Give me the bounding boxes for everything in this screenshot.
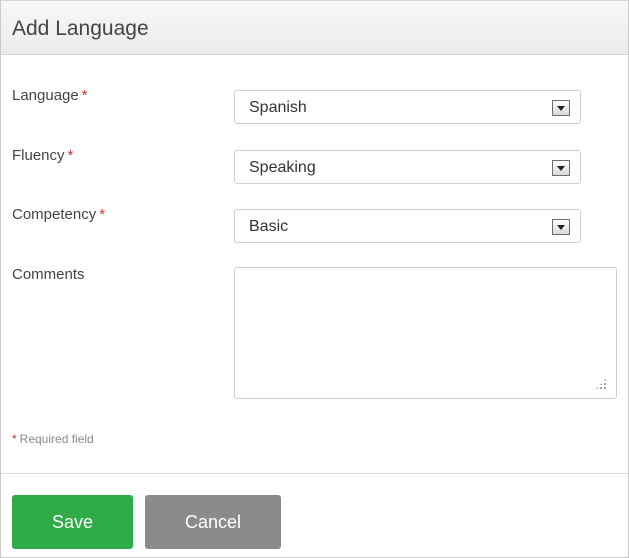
fluency-label: Fluency * xyxy=(12,147,73,165)
competency-label-text: Competency xyxy=(12,206,97,223)
comments-label: Comments xyxy=(12,266,85,284)
language-select-value: Spanish xyxy=(249,99,307,116)
required-star: * xyxy=(81,87,88,104)
add-language-dialog: Add Language Language * Spanish Fluency * … xyxy=(0,0,629,558)
fluency-label-text: Fluency xyxy=(12,147,65,164)
required-star: * xyxy=(99,206,106,223)
chevron-down-icon[interactable] xyxy=(552,219,570,235)
competency-select-value: Basic xyxy=(249,218,289,235)
competency-select[interactable]: Basic xyxy=(234,209,581,243)
resize-grip-icon[interactable] xyxy=(595,378,607,390)
comments-textarea[interactable] xyxy=(234,267,617,399)
dialog-title: Add Language xyxy=(12,17,149,40)
cancel-button[interactable]: Cancel xyxy=(145,495,281,549)
comments-label-text: Comments xyxy=(12,266,85,283)
fluency-select[interactable]: Speaking xyxy=(234,150,581,184)
language-label-text: Language xyxy=(12,87,79,104)
dialog-header: Add Language xyxy=(1,1,628,55)
competency-label: Competency * xyxy=(12,206,105,224)
footer-divider xyxy=(1,473,628,474)
required-field-text: Required field xyxy=(19,432,94,446)
chevron-down-icon[interactable] xyxy=(552,160,570,176)
save-button[interactable]: Save xyxy=(12,495,133,549)
chevron-down-icon[interactable] xyxy=(552,100,570,116)
language-label: Language * xyxy=(12,87,88,105)
required-field-note: * Required field xyxy=(12,432,94,446)
fluency-select-value: Speaking xyxy=(249,159,316,176)
language-select[interactable]: Spanish xyxy=(234,90,581,124)
required-star: * xyxy=(67,147,74,164)
required-star: * xyxy=(12,432,17,446)
